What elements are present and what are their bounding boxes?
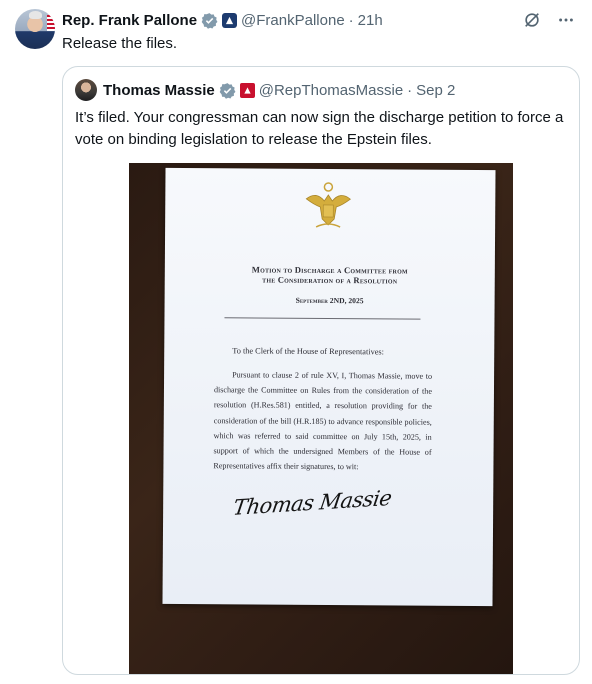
quoted-tweet[interactable]: Thomas Massie @RepThomasMassie · Sep 2 I… — [62, 66, 580, 675]
quoted-text: It’s filed. Your congressman can now sig… — [75, 109, 564, 148]
government-badge-icon — [222, 12, 238, 28]
separator-dot: · — [348, 11, 354, 29]
verified-badge-icon — [201, 12, 218, 29]
quoted-avatar[interactable] — [75, 79, 97, 101]
document-salutation: To the Clerk of the House of Representat… — [232, 346, 384, 357]
document-signature: Thomas Massie — [231, 485, 394, 520]
verified-badge-icon — [219, 82, 236, 99]
document-body: Pursuant to clause 2 of rule XV, I, Thom… — [213, 370, 433, 472]
avatar[interactable] — [15, 9, 55, 49]
quoted-header: Thomas Massie @RepThomasMassie · Sep 2 — [103, 79, 455, 101]
document-date: September 2ND, 2025 — [295, 295, 364, 306]
eagle-seal-icon — [305, 182, 351, 228]
document-title: Motion to Discharge a Committee from the… — [175, 264, 485, 286]
separator-dot: · — [407, 81, 413, 99]
tweet-text: Release the files. — [62, 35, 178, 52]
author-name[interactable]: Rep. Frank Pallone — [62, 12, 197, 29]
document-divider — [224, 317, 421, 320]
document-paper: Motion to Discharge a Committee from the… — [162, 167, 496, 607]
quoted-handle[interactable]: @RepThomasMassie — [259, 82, 403, 99]
author-handle[interactable]: @FrankPallone — [241, 12, 345, 29]
party-badge-icon — [239, 82, 255, 98]
more-icon[interactable] — [556, 10, 576, 30]
flag-decoration — [47, 15, 55, 31]
quoted-date[interactable]: Sep 2 — [416, 82, 455, 99]
quoted-author-name[interactable]: Thomas Massie — [103, 82, 215, 99]
attached-photo[interactable]: Motion to Discharge a Committee from the… — [129, 163, 513, 674]
document-title-line2: the Consideration of a Resolution — [262, 274, 398, 286]
post-time[interactable]: 21h — [358, 12, 383, 29]
grok-icon[interactable] — [522, 10, 542, 30]
tweet-header: Rep. Frank Pallone @FrankPallone · 21h — [62, 10, 383, 30]
tweet-actions — [522, 10, 576, 30]
